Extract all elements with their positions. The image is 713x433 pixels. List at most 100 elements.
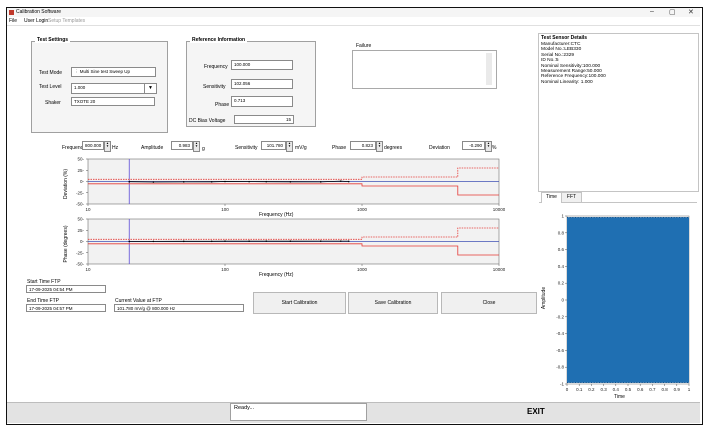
status-text: Ready...	[230, 403, 367, 421]
time-chart-ytick-label: 0	[561, 298, 564, 303]
deviation-chart-plot: 50- 25- 0- -25- -50-10 100 1000 10000	[76, 157, 505, 213]
failure-label: Failure	[356, 43, 372, 49]
deviation-chart-measured-point	[128, 180, 131, 183]
chevron-down-icon[interactable]: ▼	[144, 84, 156, 93]
amplitude-label: Amplitude	[141, 145, 164, 151]
frequency-unit: Hz	[112, 145, 119, 151]
time-chart-ytick-label: 0.6	[558, 247, 565, 252]
time-chart-xtick-label: 1	[688, 387, 691, 392]
phase-chart-measured-point	[210, 240, 213, 243]
deviation-chart-measured-point	[347, 180, 350, 183]
phase-label: Phase	[332, 145, 347, 151]
phase-chart-measured-point	[224, 240, 226, 242]
menu-setup-templates[interactable]: Setup Templates	[48, 18, 85, 24]
deviation-chart-ytick-label: -25-	[76, 190, 85, 195]
dc-bias-label: DC Bias Voltage	[189, 118, 226, 124]
test-level-dropdown[interactable]: 1.000 ▼	[71, 83, 157, 94]
deviation-chart-ytick-label: 0-	[80, 179, 85, 184]
phase-chart-measured-point	[339, 240, 342, 242]
current-value-field[interactable]: 101.780 mV/g @ 800.000 Hz	[114, 304, 244, 312]
deviation-chart: 50- 25- 0- -25- -50-10 100 1000 10000	[76, 157, 505, 213]
sensitivity-unit: mV/g	[295, 145, 307, 151]
time-chart-xtick-label: 0.1	[576, 387, 583, 392]
end-time-field[interactable]: 17-09-2025 04:57 PM	[26, 304, 106, 312]
time-chart-ylabel: Amplitude	[541, 286, 547, 310]
time-chart-ytick-label: -0.8	[556, 365, 564, 370]
deviation-unit: %	[492, 145, 497, 151]
time-chart-ytick-label: -0.6	[556, 348, 564, 353]
deviation-chart-xtick-label: 10	[85, 207, 91, 212]
time-signal-band	[567, 217, 689, 383]
maximize-icon[interactable]: ▢	[669, 8, 676, 16]
save-calibration-button[interactable]: Save Calibration	[348, 292, 438, 314]
exit-button[interactable]: EXIT	[527, 407, 545, 416]
test-mode-field[interactable]: ⋮ Multi Sine test Sweep Up	[71, 67, 156, 77]
menu-file[interactable]: File	[9, 18, 17, 24]
start-calibration-button[interactable]: Start Calibration	[253, 292, 346, 314]
close-button[interactable]: Close	[441, 292, 537, 314]
time-chart-xtick-label: 0.3	[600, 387, 607, 392]
dc-bias-field[interactable]: 15	[234, 115, 294, 124]
phase-chart-measured-point	[289, 240, 292, 242]
tab-fft[interactable]: FFT	[561, 192, 582, 203]
deviation-chart-measured-point	[289, 180, 292, 183]
time-chart-xtick-label: 0.4	[613, 387, 620, 392]
sensitivity-value[interactable]: 101.780	[261, 141, 286, 150]
sensitivity-stepper[interactable]: ▲ ▼	[286, 141, 293, 152]
deviation-chart-measured-point	[152, 181, 155, 183]
time-chart-ytick-label: 0.2	[558, 281, 565, 286]
amplitude-stepper[interactable]: ▲ ▼	[193, 141, 200, 152]
start-time-field[interactable]: 17-09-2025 04:54 PM	[26, 285, 106, 293]
deviation-chart-xtick-label: 100	[221, 207, 229, 212]
time-chart-xtick-label: 0.5	[625, 387, 632, 392]
amplitude-unit: g	[202, 146, 205, 152]
shaker-label: Shaker	[45, 100, 61, 106]
time-chart-ytick-label: -1	[560, 382, 564, 387]
amplitude-value[interactable]: 0.983	[171, 141, 193, 150]
minimize-icon[interactable]: –	[650, 8, 654, 15]
phase-chart-measured-point	[265, 240, 268, 242]
deviation-chart-ytick-label: -50-	[76, 202, 85, 207]
time-chart-xtick-label: 0.7	[649, 387, 656, 392]
time-chart-xtick-label: 0	[566, 387, 569, 392]
time-chart-xtick-label: 0.6	[637, 387, 644, 392]
deviation-value[interactable]: -0.290	[462, 141, 485, 150]
shaker-field[interactable]: TXOTE 20	[71, 97, 155, 106]
time-chart-xlabel: Time	[614, 394, 625, 400]
close-window-icon[interactable]: ✕	[688, 8, 694, 16]
sensor-details-panel: Test Sensor Details Manufacturer:CTC Mod…	[538, 33, 699, 192]
deviation-chart-xtick-label: 10000	[493, 207, 505, 212]
frequency-stepper[interactable]: ▲ ▼	[104, 141, 111, 152]
deviation-chart-measured-point	[265, 180, 268, 183]
ref-frequency-field[interactable]: 100.000	[231, 60, 293, 70]
phase-chart-xtick-label: 10000	[493, 267, 505, 272]
deviation-stepper[interactable]: ▲ ▼	[485, 141, 492, 152]
time-chart-xtick-label: 0.2	[588, 387, 595, 392]
ref-sensitivity-label: Sensitivity	[203, 84, 226, 90]
phase-chart-xtick-label: 10	[85, 267, 91, 272]
failure-scrollbar[interactable]	[486, 53, 492, 85]
time-chart-ytick-label: 1	[561, 214, 564, 219]
menu-bar	[7, 17, 700, 26]
time-chart-ytick-label: -0.4	[556, 331, 564, 336]
tab-time[interactable]: Time	[541, 192, 562, 203]
test-level-value: 1.000	[74, 85, 86, 90]
test-level-label: Test Level	[39, 84, 62, 90]
failure-textbox[interactable]	[352, 50, 497, 89]
sensor-detail-line: Nominal Linearity: 1.000	[541, 79, 593, 85]
phase-chart-ytick-label: 50-	[77, 217, 84, 222]
phase-unit: degrees	[384, 145, 403, 151]
phase-chart-measured-point	[319, 240, 322, 242]
phase-stepper[interactable]: ▲ ▼	[376, 141, 383, 152]
phase-chart-ytick-label: 0-	[80, 239, 85, 244]
ref-sensitivity-field[interactable]: 102.056	[231, 79, 293, 89]
frequency-value[interactable]: 800.000	[82, 141, 104, 150]
phase-value[interactable]: 0.823	[350, 141, 376, 150]
time-chart-ytick-label: -0.2	[556, 314, 564, 319]
menu-user-login[interactable]: User Login	[24, 18, 48, 24]
time-chart-ytick-label: 0.4	[558, 264, 565, 269]
ref-phase-field[interactable]: 0.713	[231, 96, 293, 107]
deviation-chart-measured-point	[224, 180, 226, 183]
test-settings-title: Test Settings	[35, 37, 71, 43]
deviation-chart-measured-point	[248, 180, 250, 183]
